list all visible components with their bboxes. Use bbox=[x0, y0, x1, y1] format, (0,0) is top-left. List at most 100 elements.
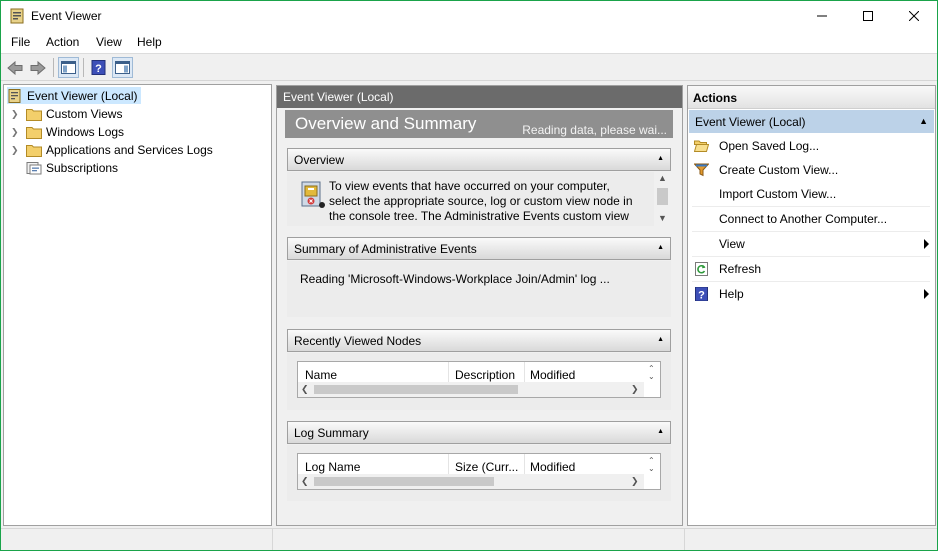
tree-item-label: Windows Logs bbox=[46, 124, 125, 139]
menu-bar: File Action View Help bbox=[1, 31, 937, 54]
action-import-custom-view[interactable]: Import Custom View... bbox=[688, 182, 935, 206]
submenu-arrow-icon bbox=[924, 239, 929, 249]
column-header-log-name[interactable]: Log Name bbox=[305, 460, 360, 474]
help-book-icon: ? bbox=[91, 60, 106, 75]
help-toolbar-button[interactable]: ? bbox=[88, 57, 109, 78]
scroll-down-arrow-icon[interactable]: ⌄ bbox=[648, 464, 655, 473]
status-bar-cell bbox=[1, 529, 273, 550]
scroll-down-arrow-icon[interactable]: ▼ bbox=[658, 213, 667, 223]
window-title: Event Viewer bbox=[31, 9, 102, 23]
menu-help[interactable]: Help bbox=[137, 35, 162, 49]
collapse-arrow-icon[interactable]: ▲ bbox=[657, 244, 664, 251]
section-title: Summary of Administrative Events bbox=[294, 242, 477, 256]
scroll-left-arrow-icon[interactable]: ❮ bbox=[301, 384, 309, 395]
action-pane-icon bbox=[115, 61, 130, 74]
overview-description: To view events that have occurred on you… bbox=[329, 179, 633, 223]
overview-section-body: To view events that have occurred on you… bbox=[287, 172, 671, 226]
log-summary-section-header[interactable]: Log Summary ▲ bbox=[287, 421, 671, 444]
tree-item-subscriptions[interactable]: Subscriptions bbox=[26, 159, 118, 176]
action-help[interactable]: ? Help bbox=[688, 282, 935, 306]
scrollbar-thumb[interactable] bbox=[657, 188, 668, 205]
action-label: View bbox=[719, 237, 745, 251]
toolbar-separator bbox=[53, 58, 54, 77]
tree-item-event-viewer-local[interactable]: Event Viewer (Local) bbox=[7, 87, 141, 104]
recent-nodes-section-header[interactable]: Recently Viewed Nodes ▲ bbox=[287, 329, 671, 352]
column-divider[interactable] bbox=[448, 362, 449, 382]
maximize-icon bbox=[863, 11, 873, 21]
summary-section-header[interactable]: Summary of Administrative Events ▲ bbox=[287, 237, 671, 260]
collapse-arrow-icon[interactable]: ▲ bbox=[657, 336, 664, 343]
column-header-description[interactable]: Description bbox=[455, 368, 515, 382]
filter-icon bbox=[694, 163, 709, 177]
overview-vertical-scrollbar[interactable]: ▲ ▼ bbox=[654, 172, 671, 226]
log-summary-list[interactable]: Log Name Size (Curr... Modified ❮ ❯ ⌃ ⌄ bbox=[297, 453, 661, 490]
close-icon bbox=[909, 11, 919, 21]
scroll-up-arrow-icon[interactable]: ▲ bbox=[658, 173, 667, 183]
menu-action[interactable]: Action bbox=[46, 35, 79, 49]
action-label: Refresh bbox=[719, 262, 762, 276]
horizontal-scrollbar[interactable]: ❮ ❯ bbox=[298, 382, 644, 397]
column-divider[interactable] bbox=[448, 454, 449, 474]
column-divider[interactable] bbox=[524, 454, 525, 474]
maximize-button[interactable] bbox=[845, 1, 891, 31]
forward-button[interactable] bbox=[27, 57, 48, 78]
action-refresh[interactable]: Refresh bbox=[688, 257, 935, 281]
banner-status: Reading data, please wai... bbox=[522, 123, 667, 137]
section-title: Overview bbox=[294, 153, 345, 167]
close-button[interactable] bbox=[891, 1, 937, 31]
collapse-arrow-icon[interactable]: ▲ bbox=[657, 155, 664, 162]
menu-file[interactable]: File bbox=[11, 35, 30, 49]
tree-item-custom-views[interactable]: Custom Views bbox=[26, 105, 122, 122]
overview-banner: Overview and Summary Reading data, pleas… bbox=[285, 110, 673, 138]
submenu-arrow-icon bbox=[924, 289, 929, 299]
toolbar-separator bbox=[83, 58, 84, 77]
action-label: Connect to Another Computer... bbox=[719, 212, 888, 226]
column-header-modified[interactable]: Modified bbox=[530, 368, 575, 382]
tree-item-windows-logs[interactable]: Windows Logs bbox=[26, 123, 124, 140]
section-title: Recently Viewed Nodes bbox=[294, 334, 422, 348]
show-hide-console-tree-button[interactable] bbox=[58, 57, 79, 78]
actions-group-header[interactable]: Event Viewer (Local) ▲ bbox=[689, 110, 934, 133]
column-divider[interactable] bbox=[524, 362, 525, 382]
back-button[interactable] bbox=[4, 57, 25, 78]
expand-chevron-icon[interactable]: ❯ bbox=[11, 145, 19, 156]
center-pane: Event Viewer (Local) Overview and Summar… bbox=[276, 85, 683, 526]
scroll-right-arrow-icon[interactable]: ❯ bbox=[631, 476, 639, 487]
event-log-icon bbox=[301, 181, 325, 208]
show-hide-action-pane-button[interactable] bbox=[112, 57, 133, 78]
expand-chevron-icon[interactable]: ❯ bbox=[11, 109, 19, 120]
scroll-left-arrow-icon[interactable]: ❮ bbox=[301, 476, 309, 487]
recent-nodes-list[interactable]: Name Description Modified ❮ ❯ ⌃ ⌄ bbox=[297, 361, 661, 398]
action-create-custom-view[interactable]: Create Custom View... bbox=[688, 158, 935, 182]
center-pane-header: Event Viewer (Local) bbox=[277, 86, 682, 108]
title-bar[interactable]: Event Viewer bbox=[1, 1, 937, 31]
column-header-size[interactable]: Size (Curr... bbox=[455, 460, 518, 474]
minimize-button[interactable] bbox=[799, 1, 845, 31]
scroll-down-arrow-icon[interactable]: ⌄ bbox=[648, 372, 655, 381]
actions-group-title: Event Viewer (Local) bbox=[695, 115, 806, 129]
action-view[interactable]: View bbox=[688, 232, 935, 256]
column-header-name[interactable]: Name bbox=[305, 368, 337, 382]
help-icon: ? bbox=[695, 287, 708, 301]
menu-view[interactable]: View bbox=[96, 35, 122, 49]
action-connect-another-computer[interactable]: Connect to Another Computer... bbox=[688, 207, 935, 231]
scrollbar-thumb[interactable] bbox=[314, 385, 518, 394]
toolbar: ? bbox=[1, 54, 937, 81]
tree-item-label: Event Viewer (Local) bbox=[27, 88, 138, 103]
column-header-modified[interactable]: Modified bbox=[530, 460, 575, 474]
summary-section-body: Reading 'Microsoft-Windows-Workplace Joi… bbox=[287, 261, 671, 317]
collapse-arrow-icon[interactable]: ▲ bbox=[657, 428, 664, 435]
collapse-arrow-icon[interactable]: ▲ bbox=[919, 116, 928, 126]
action-open-saved-log[interactable]: Open Saved Log... bbox=[688, 134, 935, 158]
horizontal-scrollbar[interactable]: ❮ ❯ bbox=[298, 474, 644, 489]
action-label: Help bbox=[719, 287, 744, 301]
expand-chevron-icon[interactable]: ❯ bbox=[11, 127, 19, 138]
tree-item-applications-services-logs[interactable]: Applications and Services Logs bbox=[26, 141, 213, 158]
event-viewer-app-icon bbox=[10, 8, 24, 24]
overview-section-header[interactable]: Overview ▲ bbox=[287, 148, 671, 171]
console-tree-icon bbox=[61, 61, 76, 74]
scrollbar-thumb[interactable] bbox=[314, 477, 494, 486]
folder-icon bbox=[26, 126, 42, 139]
event-viewer-window: Event Viewer File Action View Help ? Eve… bbox=[0, 0, 938, 551]
scroll-right-arrow-icon[interactable]: ❯ bbox=[631, 384, 639, 395]
